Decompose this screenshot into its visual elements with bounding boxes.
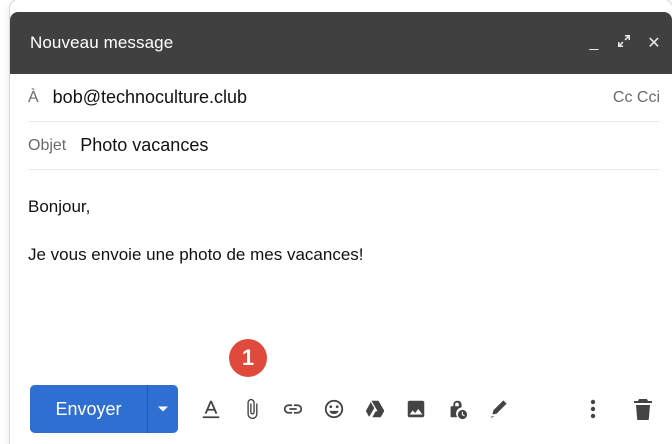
send-button[interactable]: Envoyer	[30, 385, 148, 433]
format-text-icon[interactable]	[196, 394, 226, 424]
cc-cci-links[interactable]: Cc Cci	[613, 89, 660, 107]
top-padding	[10, 0, 672, 12]
to-recipient[interactable]: bob@technoculture.club	[53, 87, 613, 108]
compose-toolbar: Envoyer	[10, 382, 672, 436]
step-badge: 1	[229, 339, 267, 377]
compose-header: Nouveau message _ ✕	[10, 12, 672, 74]
to-row: À bob@technoculture.club Cc Cci	[28, 74, 660, 122]
compose-window: Nouveau message _ ✕ À bob@technoculture.…	[10, 0, 672, 444]
link-icon[interactable]	[278, 394, 308, 424]
send-button-group: Envoyer	[30, 385, 178, 433]
subject-label: Objet	[28, 136, 67, 154]
signature-icon[interactable]	[483, 394, 513, 424]
body-line-greeting: Bonjour,	[28, 197, 91, 216]
dropdown-arrow-icon	[158, 406, 168, 412]
body-line-message: Je vous envoie une photo de mes vacances…	[28, 245, 364, 264]
subject-row: Objet Photo vacances	[28, 122, 660, 170]
compose-title: Nouveau message	[30, 33, 174, 52]
attach-icon[interactable]	[237, 394, 267, 424]
subject-field[interactable]: Photo vacances	[80, 135, 660, 156]
to-label: À	[28, 88, 39, 106]
expand-icon[interactable]	[616, 34, 632, 53]
drive-icon[interactable]	[360, 394, 390, 424]
minimize-icon[interactable]: _	[586, 34, 602, 52]
more-icon[interactable]	[578, 394, 608, 424]
send-options-dropdown[interactable]	[148, 385, 178, 433]
message-body[interactable]: Bonjour, Je vous envoie une photo de mes…	[10, 170, 672, 400]
trash-icon[interactable]	[628, 394, 658, 424]
toolbar-right	[578, 394, 658, 424]
close-icon[interactable]: ✕	[646, 33, 662, 53]
photo-icon[interactable]	[401, 394, 431, 424]
window-controls: _ ✕	[586, 33, 662, 53]
formatting-tools	[196, 394, 513, 424]
confidential-icon[interactable]	[442, 394, 472, 424]
emoji-icon[interactable]	[319, 394, 349, 424]
